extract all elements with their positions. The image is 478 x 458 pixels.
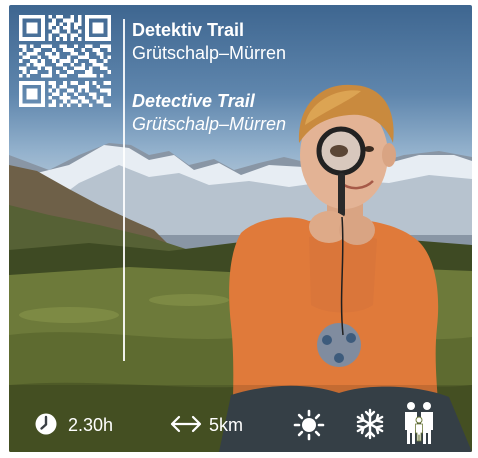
title-divider — [123, 19, 125, 361]
trail-route-de: Grütschalp–Mürren — [132, 43, 287, 63]
distance-value: 5km — [209, 415, 244, 435]
family-icon — [405, 402, 433, 444]
clock-icon — [35, 413, 57, 435]
double-arrow-icon — [170, 415, 202, 433]
trail-route-en: Grütschalp–Mürren — [132, 114, 287, 134]
title-block: Detektiv Trail Grütschalp–Mürren Detecti… — [132, 19, 286, 135]
qr-code[interactable] — [19, 15, 111, 107]
trail-info-bar: 2.30h 5km — [9, 397, 472, 452]
trail-card: Detektiv Trail Grütschalp–Mürren Detecti… — [9, 5, 472, 452]
sun-icon — [293, 409, 325, 441]
duration-value: 2.30h — [68, 415, 114, 435]
snowflake-icon — [356, 408, 384, 440]
trail-name-de: Detektiv Trail — [132, 20, 245, 40]
trail-name-en: Detective Trail — [132, 91, 255, 111]
